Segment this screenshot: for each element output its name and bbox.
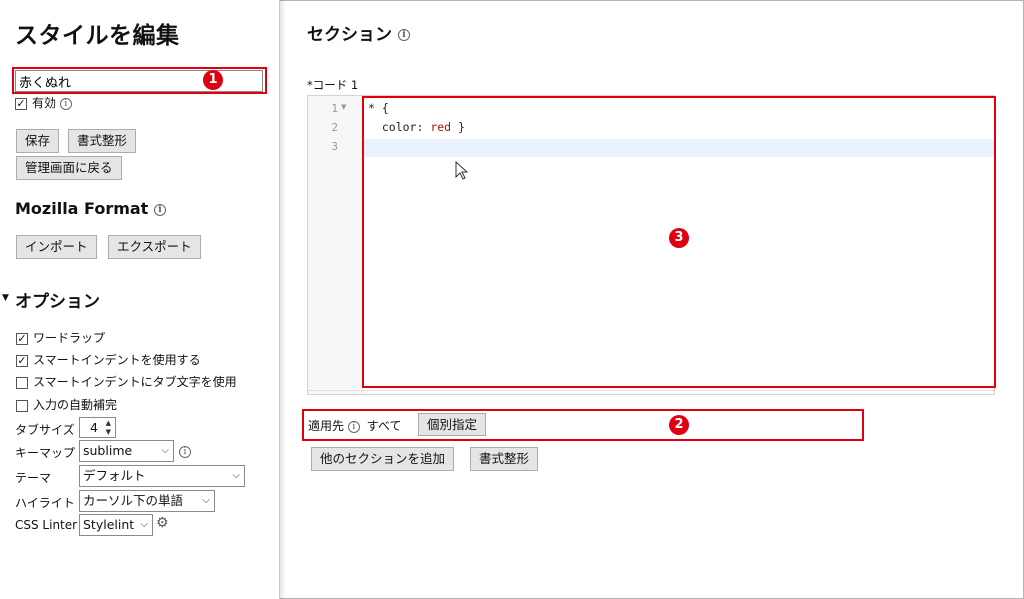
css-linter-select[interactable]: Stylelint ⌵: [79, 514, 153, 536]
keymap-select[interactable]: sublime ⌵: [79, 440, 174, 462]
mozilla-format-heading: Mozilla Format i: [15, 199, 166, 218]
chevron-down-icon: ⌵: [202, 495, 210, 506]
highlight-select[interactable]: カーソル下の単語 ⌵: [79, 490, 215, 512]
option-indent-with-tabs[interactable]: スマートインデントにタブ文字を使用: [16, 373, 237, 390]
chevron-down-icon: ⌵: [161, 445, 169, 456]
gear-icon[interactable]: ⚙: [156, 515, 169, 531]
page-title: スタイルを編集: [15, 23, 180, 49]
theme-select[interactable]: デフォルト ⌵: [79, 465, 245, 487]
tab-size-label: タブサイズ: [15, 423, 75, 437]
resize-handle[interactable]: [308, 390, 994, 394]
sidebar-shadow: [280, 0, 286, 599]
annotation-badge-1: 1: [203, 70, 223, 90]
stepper-arrows-icon[interactable]: ▲ ▼: [106, 419, 111, 437]
option-label: スマートインデントを使用する: [33, 353, 201, 367]
info-icon[interactable]: i: [59, 97, 72, 110]
line-number: 1: [331, 102, 338, 115]
export-button[interactable]: エクスポート: [108, 235, 201, 259]
enabled-row[interactable]: ✓ 有効 i: [15, 94, 72, 111]
checkbox[interactable]: [16, 399, 28, 412]
format-button[interactable]: 書式整形: [68, 129, 137, 153]
annotation-box-2: [302, 409, 864, 441]
sidebar: スタイルを編集 ✓ 有効 i 保存 書式整形 管理画面に戻る Mozilla Fo…: [0, 0, 280, 599]
section-title: セクション: [307, 25, 392, 45]
annotation-box-1: [12, 67, 267, 94]
option-label: 入力の自動補完: [33, 398, 118, 412]
info-icon[interactable]: i: [397, 29, 410, 41]
fold-triangle-icon[interactable]: ▼: [341, 103, 346, 111]
keymap-label: キーマップ: [15, 446, 76, 460]
checkbox[interactable]: [16, 376, 28, 389]
back-to-manager-button[interactable]: 管理画面に戻る: [16, 156, 122, 180]
keymap-value: sublime: [83, 443, 133, 458]
theme-value: デフォルト: [83, 468, 146, 483]
highlight-label: ハイライト: [15, 496, 75, 510]
tab-size-value: 4: [90, 420, 98, 435]
format-code-button[interactable]: 書式整形: [470, 447, 539, 471]
option-label: スマートインデントにタブ文字を使用: [33, 375, 237, 389]
line-number: 2: [331, 121, 338, 134]
save-button[interactable]: 保存: [16, 129, 60, 153]
enabled-label: 有効: [32, 96, 57, 110]
import-button[interactable]: インポート: [16, 235, 97, 259]
checkbox[interactable]: ✓: [16, 354, 28, 367]
chevron-down-icon: ⌵: [232, 470, 240, 481]
add-section-button[interactable]: 他のセクションを追加: [311, 447, 455, 471]
option-autocomplete[interactable]: 入力の自動補完: [16, 396, 117, 413]
option-label: ワードラップ: [33, 331, 106, 345]
css-linter-value: Stylelint: [83, 517, 135, 532]
annotation-badge-2: 2: [669, 415, 689, 435]
options-heading[interactable]: オプション: [15, 287, 100, 312]
annotation-badge-3: 3: [669, 228, 689, 248]
info-icon[interactable]: i: [153, 203, 166, 216]
mozilla-format-title: Mozilla Format: [15, 199, 149, 218]
css-linter-label: CSS Linter: [15, 518, 78, 532]
enabled-checkbox[interactable]: ✓: [15, 97, 27, 110]
code-label: *コード 1: [307, 78, 359, 92]
section-heading: セクション i: [307, 20, 410, 45]
chevron-down-icon: ⌵: [140, 519, 148, 530]
collapse-triangle-icon[interactable]: ▼: [2, 293, 9, 303]
info-icon[interactable]: i: [179, 446, 191, 458]
line-number: 3: [331, 140, 338, 153]
option-word-wrap[interactable]: ✓ ワードラップ: [16, 329, 105, 346]
option-smart-indent[interactable]: ✓ スマートインデントを使用する: [16, 351, 201, 368]
checkbox[interactable]: ✓: [16, 332, 28, 345]
tab-size-stepper[interactable]: 4 ▲ ▼: [79, 417, 116, 438]
highlight-value: カーソル下の単語: [83, 493, 184, 508]
theme-label: テーマ: [15, 471, 52, 485]
